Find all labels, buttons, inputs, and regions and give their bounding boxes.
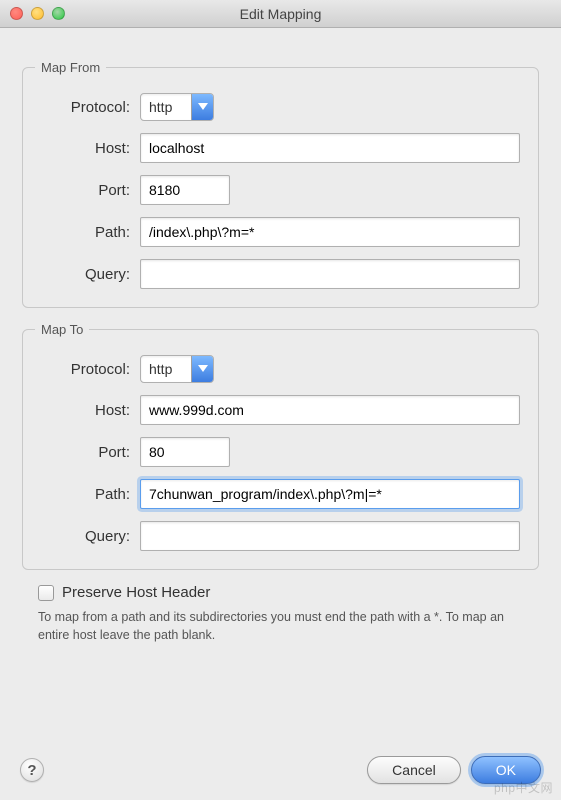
path-label: Path: <box>35 486 140 503</box>
close-icon[interactable] <box>10 7 23 20</box>
map-from-group: Map From Protocol: http Host: Port: Path… <box>22 60 539 308</box>
map-to-legend: Map To <box>35 322 89 337</box>
query-label: Query: <box>35 528 140 545</box>
port-label: Port: <box>35 444 140 461</box>
footer: ? Cancel OK <box>0 744 561 800</box>
protocol-value: http <box>141 94 191 120</box>
help-button[interactable]: ? <box>20 758 44 782</box>
host-label: Host: <box>35 402 140 419</box>
ok-button[interactable]: OK <box>471 756 541 784</box>
window-title: Edit Mapping <box>0 6 561 22</box>
help-icon: ? <box>27 762 36 779</box>
preserve-host-row[interactable]: Preserve Host Header <box>38 584 539 601</box>
maximize-icon[interactable] <box>52 7 65 20</box>
host-label: Host: <box>35 140 140 157</box>
path-field[interactable] <box>140 217 520 247</box>
query-field[interactable] <box>140 259 520 289</box>
port-label: Port: <box>35 182 140 199</box>
query-label: Query: <box>35 266 140 283</box>
protocol-select[interactable]: http <box>140 93 214 121</box>
cancel-button[interactable]: Cancel <box>367 756 461 784</box>
help-text: To map from a path and its subdirectorie… <box>38 609 523 644</box>
preserve-host-label: Preserve Host Header <box>62 584 210 601</box>
protocol-label: Protocol: <box>35 361 140 378</box>
path-label: Path: <box>35 224 140 241</box>
map-from-legend: Map From <box>35 60 106 75</box>
content-area: Map From Protocol: http Host: Port: Path… <box>0 28 561 650</box>
preserve-host-checkbox[interactable] <box>38 585 54 601</box>
protocol-label: Protocol: <box>35 99 140 116</box>
traffic-lights <box>10 7 65 20</box>
minimize-icon[interactable] <box>31 7 44 20</box>
port-field[interactable] <box>140 175 230 205</box>
host-field[interactable] <box>140 133 520 163</box>
path-field[interactable] <box>140 479 520 509</box>
port-field[interactable] <box>140 437 230 467</box>
host-field[interactable] <box>140 395 520 425</box>
query-field[interactable] <box>140 521 520 551</box>
chevron-down-icon <box>191 94 213 120</box>
chevron-down-icon <box>191 356 213 382</box>
titlebar: Edit Mapping <box>0 0 561 28</box>
map-to-group: Map To Protocol: http Host: Port: Path: <box>22 322 539 570</box>
protocol-value: http <box>141 356 191 382</box>
protocol-select[interactable]: http <box>140 355 214 383</box>
